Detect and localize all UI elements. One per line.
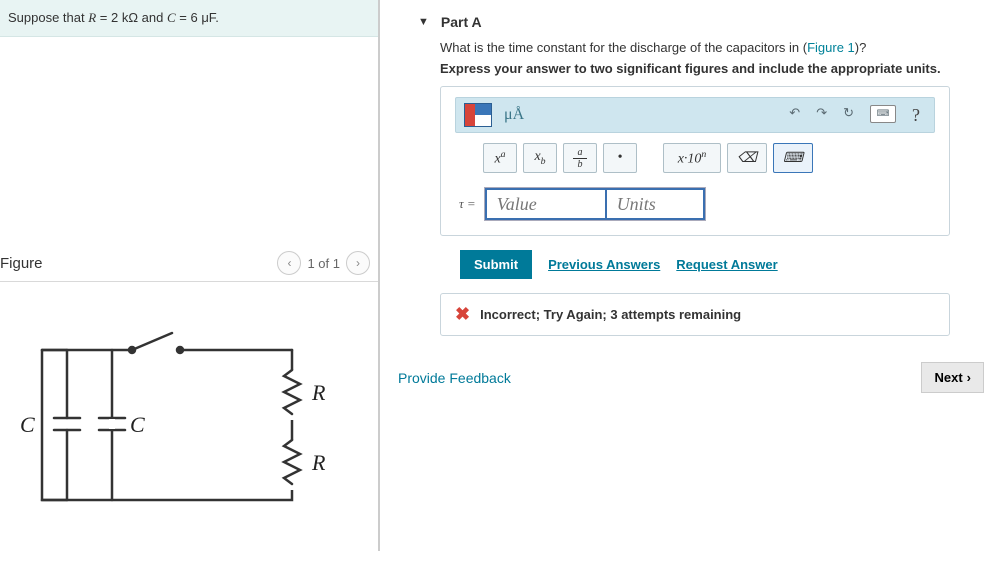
- help-icon[interactable]: ?: [912, 105, 920, 126]
- part-title: Part A: [441, 14, 482, 30]
- keyboard-button[interactable]: ⌨: [773, 143, 813, 173]
- value-input[interactable]: Value: [485, 188, 605, 220]
- tau-label: τ =: [459, 196, 476, 212]
- part-collapse-icon[interactable]: ▼: [418, 16, 429, 28]
- undo-icon[interactable]: ↶: [789, 105, 800, 126]
- figure-prev-button[interactable]: ‹: [277, 251, 301, 275]
- chevron-right-icon: ›: [967, 370, 971, 385]
- instruction-text: Express your answer to two significant f…: [440, 61, 984, 76]
- toolbar-row-2: xa xb ab • x·10n ⌫ ⌨: [455, 143, 935, 173]
- incorrect-icon: ✖: [455, 304, 470, 325]
- feedback-box: ✖ Incorrect; Try Again; 3 attempts remai…: [440, 293, 950, 336]
- keyboard-icon[interactable]: ⌨: [870, 105, 896, 123]
- previous-answers-link[interactable]: Previous Answers: [548, 257, 660, 272]
- feedback-text: Incorrect; Try Again; 3 attempts remaini…: [480, 307, 741, 322]
- figure-next-button[interactable]: ›: [346, 251, 370, 275]
- figure-label-R1: R: [311, 380, 326, 405]
- figure-label-C1: C: [20, 412, 35, 437]
- redo-icon[interactable]: ↷: [816, 105, 827, 126]
- submit-button[interactable]: Submit: [460, 250, 532, 279]
- figure-heading: Figure: [0, 255, 43, 272]
- figure-page-label: 1 of 1: [307, 256, 340, 271]
- scientific-button[interactable]: x·10n: [663, 143, 721, 173]
- backspace-button[interactable]: ⌫: [727, 143, 767, 173]
- request-answer-link[interactable]: Request Answer: [676, 257, 777, 272]
- units-menu-button[interactable]: μÅ: [504, 106, 524, 124]
- problem-text: Suppose that R = 2 kΩ and C = 6 μF.: [8, 10, 219, 25]
- reset-icon[interactable]: ↻: [843, 105, 854, 126]
- figure-label-R2: R: [311, 450, 326, 475]
- template-picker-icon[interactable]: [464, 103, 492, 127]
- dot-button[interactable]: •: [603, 143, 637, 173]
- figure-canvas: C C R R: [0, 282, 378, 551]
- units-input[interactable]: Units: [605, 188, 705, 220]
- answer-panel: μÅ ↶ ↷ ↻ ⌨ ? xa xb ab • x·10n: [440, 86, 950, 236]
- fraction-button[interactable]: ab: [563, 143, 597, 173]
- problem-statement: Suppose that R = 2 kΩ and C = 6 μF.: [0, 0, 378, 37]
- subscript-button[interactable]: xb: [523, 143, 557, 173]
- figure-link[interactable]: Figure 1: [807, 40, 855, 55]
- question-text: What is the time constant for the discha…: [440, 40, 984, 55]
- toolbar-row-1: μÅ ↶ ↷ ↻ ⌨ ?: [455, 97, 935, 133]
- next-button[interactable]: Next›: [921, 362, 984, 393]
- figure-pagination: ‹ 1 of 1 ›: [277, 251, 370, 275]
- provide-feedback-link[interactable]: Provide Feedback: [398, 370, 511, 386]
- superscript-button[interactable]: xa: [483, 143, 517, 173]
- figure-label-C2: C: [130, 412, 145, 437]
